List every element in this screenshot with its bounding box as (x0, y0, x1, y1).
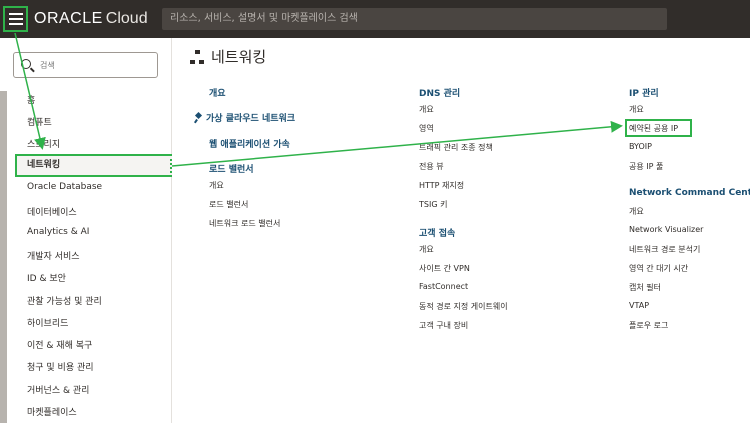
cc-item[interactable]: 개요 (419, 244, 434, 255)
cc-item[interactable]: 동적 경로 지정 게이트웨이 (419, 301, 508, 312)
vcn-link[interactable]: 가상 클라우드 네트워크 (206, 111, 295, 124)
sidebar-item-marketplace[interactable]: 마켓플레이스 (27, 405, 77, 418)
pin-icon[interactable] (194, 113, 202, 122)
sidebar-item-hybrid[interactable]: 하이브리드 (27, 316, 68, 329)
lb-network-lb-link[interactable]: 네트워크 로드 밸런서 (209, 218, 280, 229)
ip-item[interactable]: BYOIP (629, 142, 652, 151)
overview-link[interactable]: 개요 (209, 86, 226, 99)
dns-item[interactable]: HTTP 재지정 (419, 180, 464, 191)
dns-item[interactable]: TSIG 키 (419, 199, 447, 210)
lb-overview-link[interactable]: 개요 (209, 180, 224, 191)
sidebar: 홈 컴퓨트 스토리지 네트워킹 Oracle Database 데이터베이스 A… (0, 38, 172, 423)
sidebar-item-databases[interactable]: 데이터베이스 (27, 205, 77, 218)
cc-item[interactable]: 사이트 간 VPN (419, 263, 470, 274)
sidebar-item-oracle-database[interactable]: Oracle Database (27, 182, 102, 192)
dns-item[interactable]: 트래픽 관리 조종 정책 (419, 142, 493, 153)
sidebar-item-home[interactable]: 홈 (27, 93, 35, 106)
ncc-item[interactable]: 개요 (629, 206, 644, 217)
sidebar-scrollbar[interactable] (0, 91, 7, 423)
ip-item[interactable]: 개요 (629, 104, 644, 115)
waf-link[interactable]: 웹 애플리케이션 가속 (209, 137, 290, 150)
sidebar-item-identity-security[interactable]: ID & 보안 (27, 271, 66, 284)
ncc-item[interactable]: Network Visualizer (629, 225, 703, 234)
cc-item[interactable]: FastConnect (419, 282, 468, 291)
dns-item[interactable]: 개요 (419, 104, 434, 115)
sidebar-item-storage[interactable]: 스토리지 (27, 137, 60, 150)
sidebar-item-observability[interactable]: 관찰 가능성 및 관리 (27, 294, 102, 307)
ip-management-heading: IP 관리 (629, 89, 659, 99)
dns-item[interactable]: 영역 (419, 123, 434, 134)
ncc-item[interactable]: VTAP (629, 301, 649, 310)
sidebar-search-input[interactable] (40, 57, 150, 73)
ncc-heading: Network Command Center (629, 188, 750, 198)
page-title: 네트워킹 (190, 46, 266, 67)
sidebar-search[interactable] (13, 52, 158, 78)
cc-item[interactable]: 고객 구내 장비 (419, 320, 468, 331)
search-icon (21, 59, 31, 69)
ncc-item[interactable]: 캡처 필터 (629, 282, 661, 293)
top-bar: ORACLE Cloud 리소스, 서비스, 설명서 및 마켓플레이스 검색 (0, 0, 750, 38)
logo-oracle: ORACLE (34, 10, 103, 27)
dns-heading: DNS 관리 (419, 89, 461, 99)
global-search-input[interactable]: 리소스, 서비스, 설명서 및 마켓플레이스 검색 (162, 8, 667, 30)
sidebar-item-analytics-ai[interactable]: Analytics & AI (27, 227, 89, 237)
sidebar-item-developer-services[interactable]: 개발자 서비스 (27, 249, 80, 262)
sidebar-item-compute[interactable]: 컴퓨트 (27, 115, 52, 128)
hamburger-menu-icon[interactable] (3, 6, 28, 32)
oracle-cloud-logo[interactable]: ORACLE Cloud (34, 10, 148, 28)
sidebar-item-migration-dr[interactable]: 이전 & 재해 복구 (27, 338, 92, 351)
sidebar-item-networking[interactable]: 네트워킹 (15, 154, 172, 177)
dns-item[interactable]: 전용 뷰 (419, 161, 444, 172)
ncc-item[interactable]: 네트워크 경로 분석기 (629, 244, 700, 255)
customer-connectivity-heading: 고객 접속 (419, 229, 456, 239)
ip-item[interactable]: 공용 IP 풀 (629, 161, 663, 172)
reserved-ip-highlight-box (625, 119, 692, 137)
lb-load-balancer-link[interactable]: 로드 밸런서 (209, 199, 248, 210)
page-title-text: 네트워킹 (211, 48, 267, 66)
ncc-item[interactable]: 영역 간 대기 시간 (629, 263, 688, 274)
ncc-item[interactable]: 플로우 로그 (629, 320, 668, 331)
logo-cloud: Cloud (105, 10, 148, 27)
load-balancer-heading: 로드 밸런서 (209, 165, 254, 175)
sidebar-item-billing[interactable]: 청구 및 비용 관리 (27, 360, 94, 373)
networking-icon (190, 49, 204, 64)
main-content: 네트워킹 개요 가상 클라우드 네트워크 웹 애플리케이션 가속 로드 밸런서 … (172, 38, 750, 423)
vcn-row[interactable]: 가상 클라우드 네트워크 (194, 111, 295, 124)
sidebar-item-governance[interactable]: 거버넌스 & 관리 (27, 383, 89, 396)
